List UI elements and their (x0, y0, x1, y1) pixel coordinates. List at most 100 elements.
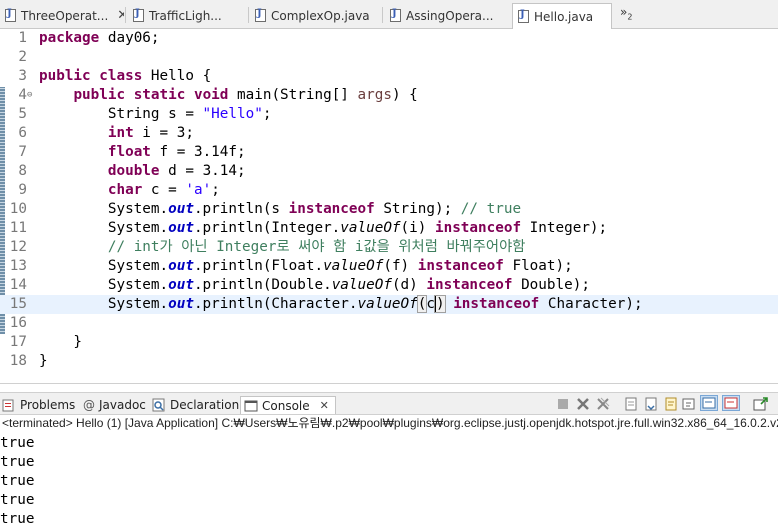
clear-console-icon[interactable] (622, 396, 640, 412)
line-number: 13 (9, 258, 27, 274)
tab-overflow-button[interactable]: »2 (620, 5, 632, 21)
terminate-icon[interactable] (554, 396, 572, 412)
bottom-panel-tab-bar: Problems @ Javadoc Declaration Console ✕ (0, 392, 778, 415)
open-console-icon[interactable] (752, 396, 770, 412)
code-line[interactable]: 15 System.out.println(Character.valueOf(… (0, 295, 778, 314)
code-text: float f = 3.14f; (39, 143, 246, 162)
word-wrap-icon[interactable] (662, 396, 680, 412)
editor-tab-assingoperator[interactable]: AssingOpera... (385, 3, 507, 28)
tab-declaration[interactable]: Declaration (152, 396, 239, 414)
code-token: package (39, 30, 100, 46)
code-token: ; (211, 182, 220, 198)
code-token: instanceof (434, 220, 522, 236)
close-icon[interactable]: ✕ (320, 399, 329, 412)
code-line[interactable]: 8 double d = 3.14; (0, 162, 778, 181)
tab-javadoc[interactable]: @ Javadoc (83, 396, 146, 414)
code-token: Float); (503, 258, 573, 274)
code-line[interactable]: 14 System.out.println(Double.valueOf(d) … (0, 276, 778, 295)
code-token: d = 3.14; (159, 163, 246, 179)
code-token: public (73, 87, 126, 103)
tab-console-label: Console (262, 398, 310, 413)
code-line[interactable]: 18} (0, 352, 778, 371)
problems-icon (2, 398, 16, 412)
remove-all-terminated-icon[interactable] (594, 396, 612, 412)
code-text: } (39, 352, 48, 371)
code-token: 'a' (185, 182, 212, 198)
line-number: 18 (9, 353, 27, 369)
code-line[interactable]: 7 float f = 3.14f; (0, 143, 778, 162)
code-text: public class Hello { (39, 67, 211, 86)
tab-label: ComplexOp.java (271, 8, 370, 23)
line-number: 14 (9, 277, 27, 293)
fold-toggle-icon[interactable]: ⊖ (27, 86, 32, 105)
code-line[interactable]: 1 package day06; (0, 29, 778, 48)
code-line[interactable]: 10 System.out.println(s instanceof Strin… (0, 200, 778, 219)
code-token: } (39, 334, 83, 350)
code-line[interactable]: 16 (0, 314, 778, 333)
code-token: instanceof (417, 258, 504, 274)
code-text: String s = "Hello"; (39, 105, 272, 124)
code-line[interactable]: 9 char c = 'a'; (0, 181, 778, 200)
tab-problems[interactable]: Problems (2, 396, 75, 414)
code-token: System. (39, 296, 169, 312)
pin-console-icon[interactable] (680, 396, 698, 412)
code-line[interactable]: 4 ⊖ public static void main(String[] args… (0, 86, 778, 105)
editor-tab-complexop[interactable]: ComplexOp.java (250, 3, 380, 28)
code-line[interactable]: 3 public class Hello { (0, 67, 778, 86)
code-line[interactable]: 11 System.out.println(Integer.valueOf(i)… (0, 219, 778, 238)
close-icon[interactable]: ✕ (117, 8, 124, 23)
code-editor[interactable]: 1 package day06; 2 3 public class Hello {4 ⊖ … (0, 29, 778, 384)
code-token: float (107, 144, 151, 160)
console-icon (244, 399, 258, 413)
editor-tab-trafficlight[interactable]: TrafficLigh... (128, 3, 248, 28)
code-token: double (107, 163, 160, 179)
remove-launch-icon[interactable] (574, 396, 592, 412)
code-line[interactable]: 6 int i = 3; (0, 124, 778, 143)
show-console-stderr-icon[interactable] (722, 395, 740, 411)
tab-label: TrafficLigh... (149, 8, 222, 23)
code-token: public (39, 68, 91, 84)
code-line[interactable]: 13 System.out.println(Float.valueOf(f) i… (0, 257, 778, 276)
code-token: args (357, 87, 392, 103)
editor-tab-threeoperator[interactable]: ThreeOperat... ✕ (0, 3, 124, 28)
code-token: (d) (391, 277, 427, 293)
code-token: } (39, 353, 48, 369)
line-number: 5 (18, 106, 27, 122)
code-line[interactable]: 2 (0, 48, 778, 67)
code-line[interactable]: 12 // int가 아닌 Integer로 써야 함 i값을 위처럼 바꿔주어… (0, 238, 778, 257)
code-token: out (168, 277, 194, 293)
line-number: 10 (9, 201, 27, 217)
show-console-stdout-icon[interactable] (700, 395, 718, 411)
code-text: System.out.println(Integer.valueOf(i) in… (39, 219, 607, 238)
code-token: // true (460, 201, 522, 217)
code-token: valueOf (357, 296, 418, 312)
code-token: (i) (400, 220, 435, 236)
java-file-icon (255, 8, 266, 22)
code-token: ) { (391, 87, 418, 103)
console-output-line: true (0, 492, 35, 508)
code-line[interactable]: 17 } (0, 333, 778, 352)
code-token: System. (39, 220, 169, 236)
tab-declaration-label: Declaration (170, 398, 240, 412)
code-text: // int가 아닌 Integer로 써야 함 i값을 위처럼 바꿔주어야함 (39, 238, 526, 257)
code-token: ; (262, 106, 272, 122)
code-token: out (168, 201, 194, 217)
line-number: 6 (18, 125, 27, 141)
code-text: } (39, 333, 82, 352)
code-token: System. (39, 258, 169, 274)
console-output-line: true (0, 454, 35, 470)
code-token: day06; (99, 30, 160, 46)
tab-console[interactable]: Console ✕ (240, 396, 336, 414)
code-line[interactable]: 5 String s = "Hello"; (0, 105, 778, 124)
code-token: instanceof (288, 201, 375, 217)
code-token: out (168, 220, 194, 236)
scroll-lock-icon[interactable] (642, 396, 660, 412)
editor-tab-hello[interactable]: Hello.java (512, 3, 612, 29)
line-number: 8 (18, 163, 27, 179)
console-status-line: <terminated> Hello (1) [Java Application… (2, 416, 778, 430)
tab-label: Hello.java (534, 9, 594, 24)
